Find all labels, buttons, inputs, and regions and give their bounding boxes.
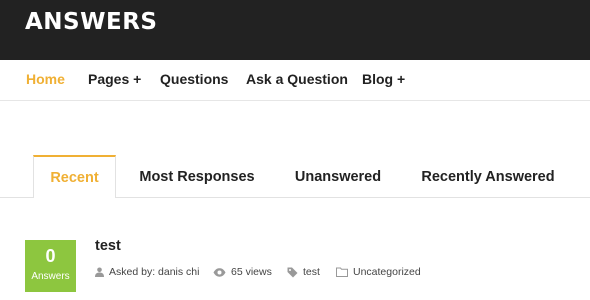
nav-item-home[interactable]: Home bbox=[26, 71, 65, 87]
answers-count: 0 bbox=[45, 246, 56, 266]
answers-label: Answers bbox=[31, 271, 70, 282]
nav-item-blog[interactable]: Blog + bbox=[362, 71, 405, 87]
tab-recently-answered[interactable]: Recently Answered bbox=[412, 155, 564, 197]
main-nav: Home Pages + Questions Ask a Question Bl… bbox=[0, 60, 590, 101]
tab-recent[interactable]: Recent bbox=[33, 155, 116, 198]
answers-count-badge: 0 Answers bbox=[25, 240, 76, 292]
nav-item-pages[interactable]: Pages + bbox=[88, 71, 141, 87]
tag-link[interactable]: test bbox=[303, 266, 320, 278]
folder-icon bbox=[336, 267, 348, 277]
top-header: ANSWERS bbox=[0, 0, 590, 60]
question-title[interactable]: test bbox=[95, 238, 121, 254]
user-icon bbox=[95, 267, 104, 277]
question-views: 65 views bbox=[213, 266, 272, 278]
nav-item-questions[interactable]: Questions bbox=[160, 71, 228, 87]
tab-most-responses[interactable]: Most Responses bbox=[130, 155, 264, 197]
asked-by-text[interactable]: Asked by: danis chi bbox=[109, 266, 199, 278]
category-link[interactable]: Uncategorized bbox=[353, 266, 421, 278]
question-author: Asked by: danis chi bbox=[95, 266, 199, 278]
question-tag: test bbox=[287, 266, 320, 278]
site-logo[interactable]: ANSWERS bbox=[25, 9, 157, 35]
tab-unanswered[interactable]: Unanswered bbox=[286, 155, 390, 197]
tag-icon bbox=[287, 267, 298, 277]
views-count: 65 views bbox=[231, 266, 272, 278]
eye-icon bbox=[213, 267, 226, 277]
question-category: Uncategorized bbox=[336, 266, 421, 278]
nav-item-ask-question[interactable]: Ask a Question bbox=[246, 71, 348, 87]
